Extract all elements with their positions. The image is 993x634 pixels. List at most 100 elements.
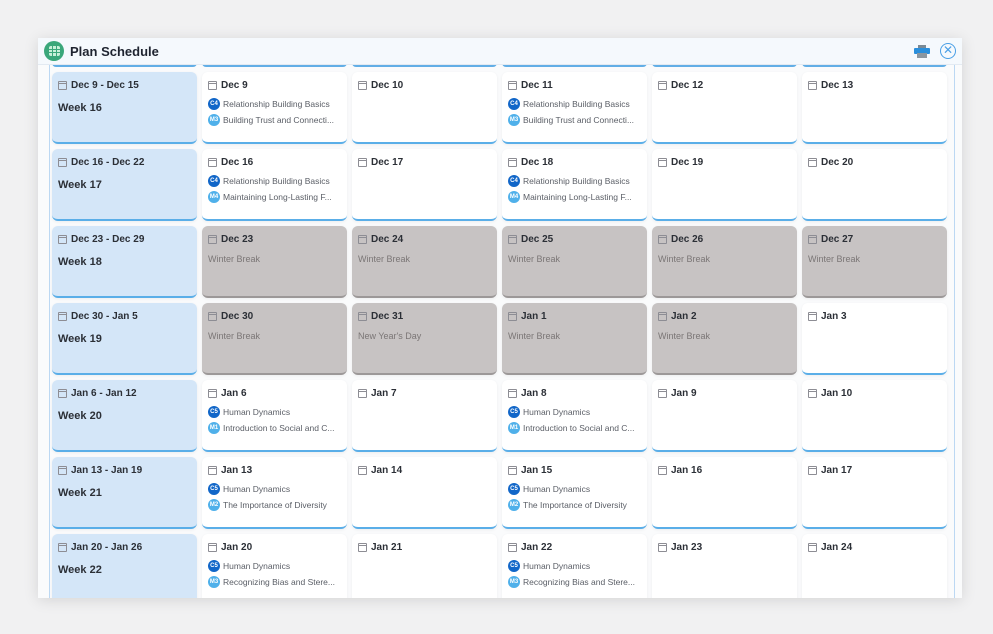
lesson-title: The Importance of Diversity — [223, 500, 327, 510]
date-text: Dec 13 — [821, 80, 854, 91]
day-cell[interactable]: Jan 10 — [802, 380, 947, 452]
day-cell[interactable]: Dec 19 — [652, 149, 797, 221]
day-cell[interactable]: Dec 12 — [652, 72, 797, 144]
date-text: Dec 16 - Dec 22 — [71, 157, 145, 168]
module-item[interactable]: M3 Building Trust and Connecti... — [508, 114, 641, 126]
date-text: Jan 10 — [821, 388, 853, 399]
day-cell[interactable]: Jan 13 C5 Human Dynamics M2 The Importance o… — [202, 457, 347, 529]
calendar-icon — [58, 312, 67, 321]
day-cell[interactable]: Jan 17 — [802, 457, 947, 529]
day-cell[interactable]: Jan 21 — [352, 534, 497, 598]
day-cell[interactable]: Jan 3 — [802, 303, 947, 375]
date-label: Jan 6 - Jan 12 — [58, 387, 191, 400]
day-cell[interactable]: Dec 11 C4 Relationship Building Basics M3 Bu… — [502, 72, 647, 144]
holiday-cell[interactable]: Dec 26 Winter Break — [652, 226, 797, 298]
holiday-cell[interactable]: Dec 27 Winter Break — [802, 226, 947, 298]
day-cell[interactable]: Jan 22 C5 Human Dynamics M3 Recognizing Bias… — [502, 534, 647, 598]
week-cell[interactable]: Jan 13 - Jan 19 Week 21 — [52, 457, 197, 529]
date-text: Dec 18 — [521, 157, 554, 168]
day-cell[interactable]: Jan 7 — [352, 380, 497, 452]
calendar-icon — [58, 158, 67, 167]
holiday-cell[interactable]: Dec 31 New Year's Day — [352, 303, 497, 375]
lesson-title: Human Dynamics — [223, 407, 291, 417]
lesson-list: C5 Human Dynamics M3 Recognizing Bias and S… — [208, 560, 341, 588]
course-item[interactable]: C5 Human Dynamics — [508, 406, 641, 418]
date-label: Jan 20 - Jan 26 — [58, 541, 191, 554]
module-item[interactable]: M4 Maintaining Long-Lasting F... — [208, 191, 341, 203]
holiday-label: Winter Break — [508, 331, 561, 341]
date-label: Jan 14 — [358, 464, 491, 477]
calendar-icon — [358, 81, 367, 90]
module-item[interactable]: M4 Maintaining Long-Lasting F... — [508, 191, 641, 203]
day-cell[interactable]: Jan 6 C5 Human Dynamics M1 Introduction to S… — [202, 380, 347, 452]
holiday-cell[interactable]: Dec 25 Winter Break — [502, 226, 647, 298]
day-cell[interactable]: Dec 17 — [352, 149, 497, 221]
calendar-icon — [58, 81, 67, 90]
holiday-cell[interactable]: Dec 24 Winter Break — [352, 226, 497, 298]
holiday-cell[interactable]: Dec 23 Winter Break — [202, 226, 347, 298]
module-item[interactable]: M2 The Importance of Diversity — [208, 499, 341, 511]
lesson-list: C5 Human Dynamics M3 Recognizing Bias and S… — [508, 560, 641, 588]
course-item[interactable]: C5 Human Dynamics — [508, 560, 641, 572]
date-text: Jan 2 — [671, 311, 697, 322]
date-label: Dec 24 — [358, 233, 491, 246]
module-item[interactable]: M3 Recognizing Bias and Stere... — [208, 576, 341, 588]
day-cell[interactable]: Dec 9 C4 Relationship Building Basics M3 Bui… — [202, 72, 347, 144]
course-item[interactable]: C5 Human Dynamics — [208, 560, 341, 572]
day-cell[interactable]: Jan 15 C5 Human Dynamics M2 The Importance o… — [502, 457, 647, 529]
day-cell[interactable]: Dec 13 — [802, 72, 947, 144]
day-cell[interactable]: Jan 14 — [352, 457, 497, 529]
lesson-list: C5 Human Dynamics M1 Introduction to Social… — [208, 406, 341, 434]
week-cell[interactable]: Dec 30 - Jan 5 Week 19 — [52, 303, 197, 375]
calendar-icon — [208, 466, 217, 475]
module-item[interactable]: M1 Introduction to Social and C... — [508, 422, 641, 434]
course-item[interactable]: C4 Relationship Building Basics — [508, 175, 641, 187]
course-item[interactable]: C4 Relationship Building Basics — [208, 175, 341, 187]
day-cell[interactable]: Jan 24 — [802, 534, 947, 598]
course-item[interactable]: C4 Relationship Building Basics — [208, 98, 341, 110]
calendar-icon — [208, 543, 217, 552]
week-cell[interactable]: Dec 16 - Dec 22 Week 17 — [52, 149, 197, 221]
course-item[interactable]: C5 Human Dynamics — [208, 483, 341, 495]
lesson-list: C5 Human Dynamics M2 The Importance of Dive… — [508, 483, 641, 511]
module-item[interactable]: M1 Introduction to Social and C... — [208, 422, 341, 434]
day-cell[interactable]: Jan 8 C5 Human Dynamics M1 Introduction to S… — [502, 380, 647, 452]
module-item[interactable]: M3 Recognizing Bias and Stere... — [508, 576, 641, 588]
module-item[interactable]: M2 The Importance of Diversity — [508, 499, 641, 511]
holiday-label: Winter Break — [658, 331, 711, 341]
course-item[interactable]: C4 Relationship Building Basics — [508, 98, 641, 110]
lesson-title: The Importance of Diversity — [523, 500, 627, 510]
modal-header: Plan Schedule ✕ — [38, 38, 962, 65]
day-cell[interactable]: Jan 20 C5 Human Dynamics M3 Recognizing Bias… — [202, 534, 347, 598]
calendar-icon — [358, 389, 367, 398]
week-label: Week 22 — [58, 564, 102, 576]
week-cell[interactable]: Jan 20 - Jan 26 Week 22 — [52, 534, 197, 598]
day-cell[interactable]: Dec 16 C4 Relationship Building Basics M4 Ma… — [202, 149, 347, 221]
day-cell[interactable]: Dec 10 — [352, 72, 497, 144]
day-cell[interactable]: Dec 18 C4 Relationship Building Basics M4 Ma… — [502, 149, 647, 221]
previous-row-edge — [352, 65, 497, 67]
date-text: Dec 20 — [821, 157, 854, 168]
holiday-cell[interactable]: Jan 1 Winter Break — [502, 303, 647, 375]
schedule-grid[interactable]: Dec 9 - Dec 15 Week 16 Dec 9 C4 Relationship… — [38, 65, 962, 598]
week-cell[interactable]: Jan 6 - Jan 12 Week 20 — [52, 380, 197, 452]
week-cell[interactable]: Dec 23 - Dec 29 Week 18 — [52, 226, 197, 298]
day-cell[interactable]: Jan 23 — [652, 534, 797, 598]
course-item[interactable]: C5 Human Dynamics — [208, 406, 341, 418]
course-item[interactable]: C5 Human Dynamics — [508, 483, 641, 495]
day-cell[interactable]: Jan 9 — [652, 380, 797, 452]
date-label: Dec 18 — [508, 156, 641, 169]
day-cell[interactable]: Dec 20 — [802, 149, 947, 221]
scrollbar[interactable] — [954, 65, 955, 598]
printer-icon[interactable] — [914, 45, 930, 58]
close-icon[interactable]: ✕ — [940, 43, 956, 59]
date-label: Dec 16 — [208, 156, 341, 169]
holiday-cell[interactable]: Jan 2 Winter Break — [652, 303, 797, 375]
date-text: Dec 12 — [671, 80, 704, 91]
holiday-cell[interactable]: Dec 30 Winter Break — [202, 303, 347, 375]
week-cell[interactable]: Dec 9 - Dec 15 Week 16 — [52, 72, 197, 144]
module-item[interactable]: M3 Building Trust and Connecti... — [208, 114, 341, 126]
day-cell[interactable]: Jan 16 — [652, 457, 797, 529]
calendar-icon — [808, 543, 817, 552]
calendar-icon — [808, 312, 817, 321]
